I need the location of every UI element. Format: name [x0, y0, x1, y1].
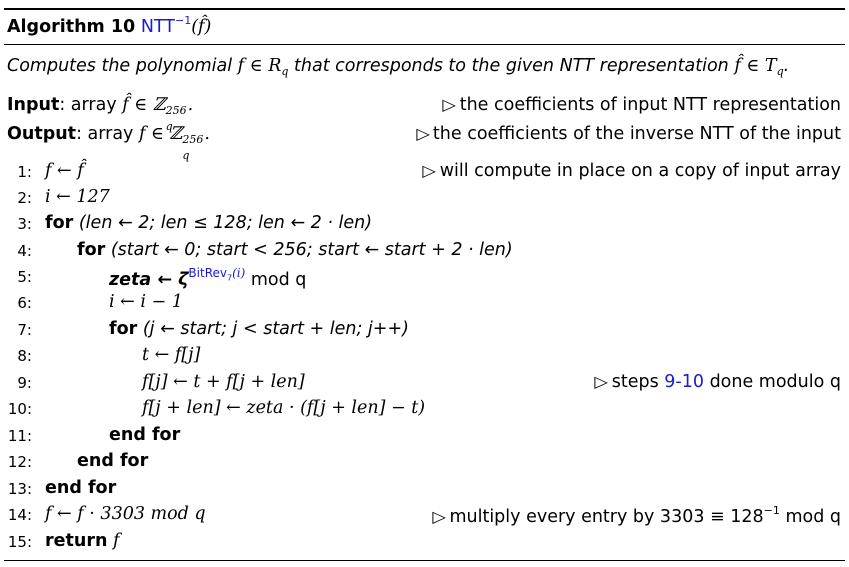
algo-line-5: 5: zeta ← ζBitRev7(i) mod q	[0, 266, 849, 292]
input-comment: ▷ the coefficients of input NTT represent…	[442, 95, 841, 115]
line-code: (j ← start; j < start + len; j++)	[142, 319, 409, 339]
steps-link[interactable]: 9-10	[664, 372, 704, 392]
output-label: Output	[7, 124, 77, 144]
keyword-for: for	[45, 213, 74, 233]
algorithm-name: NTT	[140, 17, 175, 37]
line-code: zeta ← ζBitRev7(i) mod q	[109, 266, 307, 290]
algo-line-6: 6: i ← i − 1	[0, 292, 849, 318]
line-number: 3:	[17, 215, 32, 233]
keyword-return: return	[45, 531, 108, 551]
line-code: f	[113, 531, 120, 551]
line-code: t ← f[j]	[142, 345, 201, 365]
caption-middle: that corresponds to the given NTT repres…	[294, 56, 729, 76]
comment-triangle-icon: ▷	[422, 161, 437, 180]
line-code: f[j] ← t + f[j + len]	[142, 372, 305, 392]
line-number: 11:	[7, 427, 32, 445]
algo-line-8: 8: t ← f[j]	[0, 345, 849, 371]
output-line: Output: array f ∈ ℤ 256 q. ▷ the coefficien…	[7, 124, 841, 162]
algorithm-arg: (f̂)	[191, 17, 212, 37]
line-comment: ▷ will compute in place on a copy of inpu…	[422, 161, 841, 181]
line-number: 8:	[17, 347, 32, 365]
line-comment: ▷ multiply every entry by 3303 ≡ 128−1 mo…	[432, 504, 841, 527]
comment-triangle-icon: ▷	[415, 124, 430, 143]
algo-line-1: 1: f ← f̂ ▷ will compute in place on a co…	[0, 161, 849, 187]
line-code: f[j + len] ← zeta · (f[j + len] − t)	[142, 398, 426, 418]
top-rule	[4, 8, 845, 10]
line-number: 1:	[17, 163, 32, 181]
algorithm-title: Algorithm 10 NTT−1(f̂)	[7, 14, 211, 37]
algo-line-3: 3: for (len ← 2; len ≤ 128; len ← 2 · le…	[0, 213, 849, 239]
line-code: f ← f̂	[45, 161, 84, 181]
line-number: 6:	[17, 294, 32, 312]
keyword-end-for: end for	[77, 451, 149, 471]
algo-line-13: 13: end for	[0, 478, 849, 504]
comment-triangle-icon: ▷	[432, 507, 447, 526]
algorithm-caption: Computes the polynomial f ∈ Rq that corr…	[7, 56, 790, 78]
line-code: i ← 127	[45, 187, 110, 207]
comment-triangle-icon: ▷	[442, 95, 457, 114]
algorithm-name-sup: −1	[174, 14, 192, 27]
algo-line-11: 11: end for	[0, 425, 849, 451]
line-number: 7:	[17, 321, 32, 339]
line-code: f ← f · 3303 mod q	[45, 504, 206, 524]
algo-line-9: 9: f[j] ← t + f[j + len] ▷ steps 9-10 don…	[0, 372, 849, 398]
algo-line-14: 14: f ← f · 3303 mod q ▷ multiply every e…	[0, 504, 849, 530]
input-math: f̂ ∈ ℤ 256 q.	[122, 95, 194, 133]
algo-line-10: 10: f[j + len] ← zeta · (f[j + len] − t)	[0, 398, 849, 424]
line-number: 2:	[17, 189, 32, 207]
algo-line-12: 12: end for	[0, 451, 849, 477]
algo-line-7: 7: for (j ← start; j < start + len; j++)	[0, 319, 849, 345]
caption-before: Computes the polynomial	[7, 56, 233, 76]
bottom-rule	[4, 560, 845, 561]
input-label: Input	[7, 95, 60, 115]
line-number: 5:	[17, 268, 32, 286]
line-number: 12:	[7, 453, 32, 471]
line-number: 4:	[17, 242, 32, 260]
comment-triangle-icon: ▷	[594, 372, 609, 391]
keyword-for: for	[77, 240, 106, 260]
algo-line-15: 15: return f	[0, 531, 849, 557]
caption-math-1: f ∈ Rq	[237, 56, 289, 78]
line-number: 14:	[7, 506, 32, 524]
algorithm-name-link[interactable]: NTT−1	[140, 14, 192, 37]
output-math: f ∈ ℤ 256 q.	[139, 124, 210, 162]
algorithm-label: Algorithm 10	[7, 17, 136, 37]
keyword-end-for: end for	[109, 425, 181, 445]
caption-math-2: f̂ ∈ Tq	[734, 56, 784, 78]
keyword-end-for: end for	[45, 478, 117, 498]
input-line: Input: array f̂ ∈ ℤ 256 q. ▷ the coefficien…	[7, 95, 841, 133]
line-code: i ← i − 1	[109, 292, 183, 312]
keyword-for: for	[109, 319, 138, 339]
header-rule	[4, 44, 845, 45]
output-comment: ▷ the coefficients of the inverse NTT of …	[415, 124, 841, 144]
line-code: (start ← 0; start < 256; start ← start +…	[110, 240, 513, 260]
algo-line-2: 2: i ← 127	[0, 187, 849, 213]
line-number: 9:	[17, 374, 32, 392]
algo-line-4: 4: for (start ← 0; start < 256; start ← …	[0, 240, 849, 266]
line-number: 15:	[7, 533, 32, 551]
line-number: 13:	[7, 480, 32, 498]
line-comment: ▷ steps 9-10 done modulo q	[594, 372, 841, 392]
line-code: (len ← 2; len ≤ 128; len ← 2 · len)	[78, 213, 373, 233]
line-number: 10:	[7, 400, 32, 418]
